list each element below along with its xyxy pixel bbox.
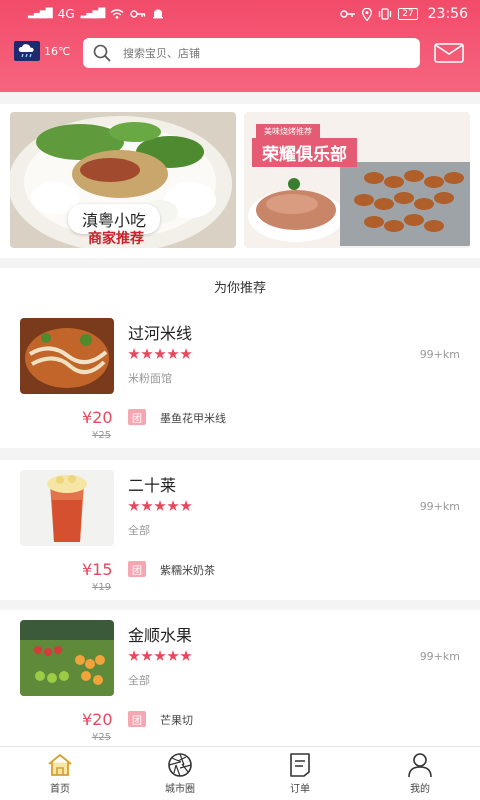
original-price: ¥25 <box>92 430 112 441</box>
banner-snacks[interactable]: 滇粤小吃 商家推荐 <box>10 112 236 248</box>
tab-label: 我的 <box>410 784 430 795</box>
original-price: ¥25 <box>92 732 112 743</box>
star-icon <box>167 500 179 511</box>
top-bar: 16℃ <box>0 38 480 70</box>
original-price: ¥19 <box>92 582 112 593</box>
signal-icon-2: ▂▄▆█ <box>80 9 106 19</box>
key-icon-right <box>340 10 356 18</box>
star-icon <box>128 348 140 359</box>
deal-price: ¥20 <box>82 408 113 427</box>
star-icon <box>141 500 153 511</box>
search-input[interactable] <box>123 46 383 60</box>
tab-label: 城市圈 <box>165 784 195 795</box>
tab-orders[interactable]: 订单 <box>240 747 360 800</box>
shop-thumbnail <box>20 620 114 696</box>
key-icon <box>130 10 146 18</box>
shop-name: 金顺水果 <box>128 626 193 645</box>
star-icon <box>128 650 140 661</box>
banner-small-text: 美味烧烤推荐 <box>256 124 320 139</box>
shop-category: 全部 <box>128 524 150 537</box>
clock: 23:56 <box>427 6 468 22</box>
status-bar: ▂▄▆█ 4G ▂▄▆█ 27 23:56 <box>0 0 480 28</box>
header: ▂▄▆█ 4G ▂▄▆█ 27 23:56 16℃ <box>0 0 480 92</box>
app-root: ▂▄▆█ 4G ▂▄▆█ 27 23:56 16℃ 搜索宝贝、店铺 滇粤小吃 商… <box>0 0 480 800</box>
shop-name: 过河米线 <box>128 324 193 343</box>
star-icon <box>154 348 166 359</box>
shop-category: 全部 <box>128 674 150 687</box>
star-icon <box>154 650 166 661</box>
vibrate-icon <box>379 8 392 20</box>
rating-stars <box>128 500 192 512</box>
temperature: 16℃ <box>44 44 71 58</box>
banner-row: 滇粤小吃 商家推荐 美味烧烤推荐 荣耀俱乐部 <box>0 104 480 258</box>
signal-icon: ▂▄▆█ <box>28 9 53 19</box>
star-icon <box>180 650 192 661</box>
bottom-nav: 首页 城市圈 订单 我的 <box>0 746 480 800</box>
divider <box>0 258 480 268</box>
tab-label: 订单 <box>290 784 310 795</box>
star-icon <box>180 500 192 511</box>
status-left: ▂▄▆█ 4G ▂▄▆█ <box>28 7 164 21</box>
tab-home[interactable]: 首页 <box>0 747 120 800</box>
tab-profile[interactable]: 我的 <box>360 747 480 800</box>
battery-icon: 27 <box>398 8 418 20</box>
shop-card[interactable]: 金顺水果 99+km 全部 ¥20 ¥25 团 芒果切 <box>0 610 480 750</box>
shop-distance: 99+km <box>419 500 460 513</box>
shop-distance: 99+km <box>419 650 460 663</box>
star-icon <box>128 500 140 511</box>
group-buy-badge: 团 <box>128 711 146 727</box>
weather-widget[interactable]: 16℃ <box>14 41 70 61</box>
deal-price: ¥15 <box>82 560 113 579</box>
deal-name[interactable]: 芒果切 <box>160 712 193 728</box>
section-title: 为你推荐 <box>213 281 266 296</box>
deal-name[interactable]: 紫糯米奶茶 <box>160 562 215 578</box>
home-icon <box>48 754 72 776</box>
shop-card[interactable]: 二十莱 99+km 全部 ¥15 ¥19 团 紫糯米奶茶 <box>0 460 480 600</box>
star-icon <box>154 500 166 511</box>
group-buy-badge: 团 <box>128 561 146 577</box>
user-icon <box>408 753 432 778</box>
banner-subtitle: 商家推荐 <box>88 231 144 247</box>
banner-title: 荣耀俱乐部 <box>252 138 357 167</box>
divider <box>0 92 480 104</box>
order-icon <box>290 753 310 777</box>
shop-distance: 99+km <box>419 348 460 361</box>
tab-city-circle[interactable]: 城市圈 <box>120 747 240 800</box>
star-icon <box>167 348 179 359</box>
search-icon <box>93 44 111 62</box>
mail-icon[interactable] <box>434 43 464 63</box>
wifi-icon <box>110 9 124 19</box>
deal-name[interactable]: 墨鱼花甲米线 <box>160 410 226 426</box>
divider <box>0 448 480 460</box>
notification-icon <box>153 9 164 19</box>
aperture-icon <box>168 753 192 777</box>
group-buy-badge: 团 <box>128 409 146 425</box>
search-bar[interactable] <box>83 38 420 68</box>
star-icon <box>180 348 192 359</box>
rating-stars <box>128 348 192 360</box>
star-icon <box>141 348 153 359</box>
shop-category: 米粉面馆 <box>128 372 172 385</box>
location-icon <box>362 7 373 21</box>
star-icon <box>167 650 179 661</box>
deal-price: ¥20 <box>82 710 113 729</box>
banner-bbq[interactable]: 美味烧烤推荐 荣耀俱乐部 <box>244 112 470 248</box>
network-type: 4G <box>57 7 75 21</box>
rain-cloud-icon <box>14 41 40 61</box>
star-icon <box>141 650 153 661</box>
status-right: 27 23:56 <box>340 6 468 22</box>
shop-thumbnail <box>20 470 114 546</box>
shop-card[interactable]: 过河米线 99+km 米粉面馆 ¥20 ¥25 团 墨鱼花甲米线 <box>0 308 480 448</box>
shop-name: 二十莱 <box>128 476 177 495</box>
shop-thumbnail <box>20 318 114 394</box>
tab-label: 首页 <box>50 784 70 795</box>
rating-stars <box>128 650 192 662</box>
